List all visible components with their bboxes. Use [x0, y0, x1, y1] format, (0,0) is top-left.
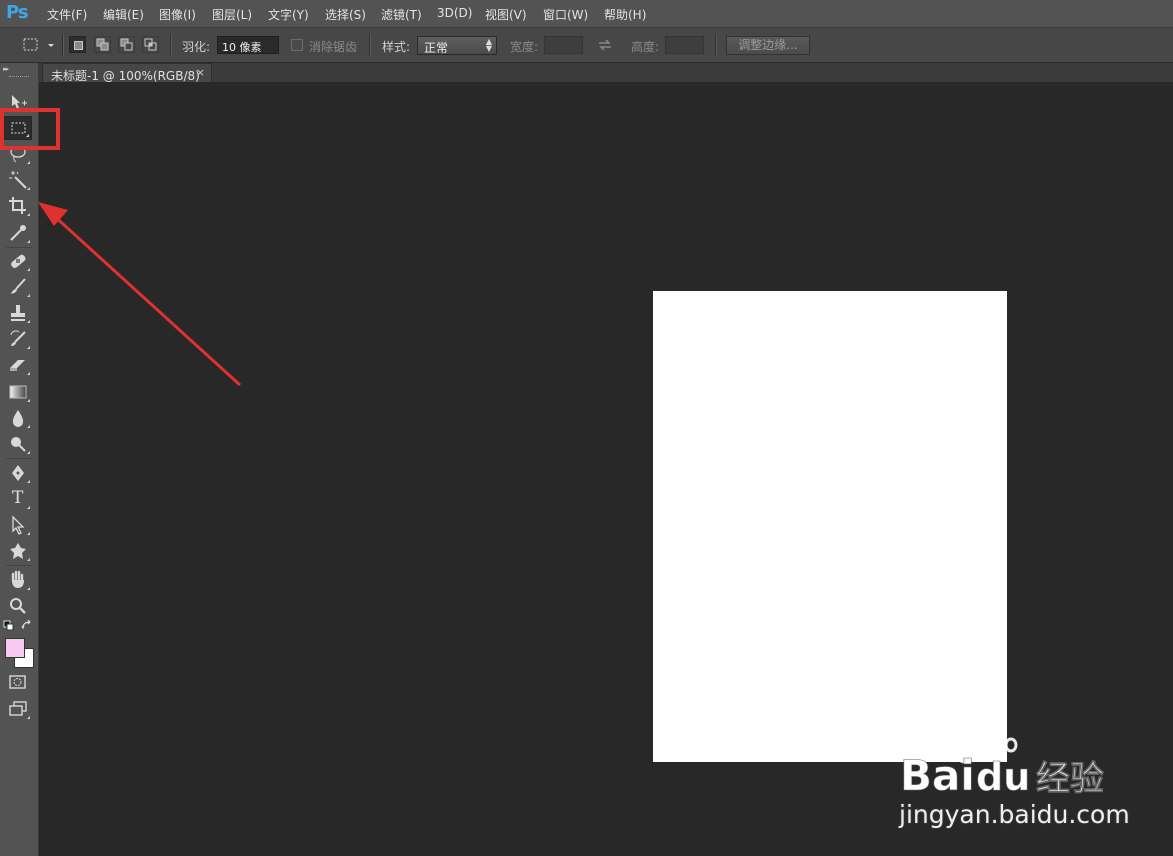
pen-tool[interactable] [4, 461, 32, 485]
screen-mode-icon [9, 701, 27, 716]
dodge-tool[interactable] [4, 432, 32, 456]
select-arrows-icon: ▲ ▼ [485, 37, 492, 53]
magnifier-icon [10, 598, 26, 614]
toolbar-divider [6, 458, 32, 459]
tool-flyout-indicator [27, 480, 30, 483]
menu-filter[interactable]: 滤镜(T) [381, 6, 422, 23]
foreground-color-swatch[interactable] [5, 638, 25, 658]
options-divider [715, 34, 717, 56]
custom-shape-icon [10, 543, 26, 559]
tool-flyout-indicator [27, 451, 30, 454]
height-label: 高度: [631, 40, 660, 54]
antialias-label: 消除锯齿 [309, 40, 358, 54]
height-input[interactable] [665, 36, 704, 54]
tool-flyout-indicator [27, 506, 30, 509]
swap-colors-icon[interactable] [21, 619, 33, 631]
quick-mask-mode-button[interactable] [4, 670, 32, 694]
menu-help[interactable]: 帮助(H) [604, 6, 646, 23]
antialias-checkbox[interactable] [291, 39, 303, 51]
style-label: 样式: [382, 40, 411, 54]
refine-edge-button[interactable]: 调整边缘... [726, 36, 810, 55]
type-tool[interactable]: T [4, 487, 32, 511]
menu-select[interactable]: 选择(S) [325, 6, 366, 23]
path-selection-arrow-icon [12, 515, 25, 535]
menu-type[interactable]: 文字(Y) [268, 6, 309, 23]
type-icon: T [12, 488, 24, 508]
watermark-url: jingyan.baidu.com [899, 800, 1130, 829]
jingyan-text: 经验 [1036, 759, 1104, 798]
dodge-icon [11, 437, 26, 452]
swap-dimensions-icon[interactable] [597, 38, 613, 52]
style-select[interactable]: 正常 ▲ ▼ [417, 36, 497, 55]
tool-flyout-indicator [27, 558, 30, 561]
hand-icon [11, 570, 24, 588]
screen-mode-button[interactable] [4, 697, 32, 721]
tool-flyout-indicator [27, 587, 30, 590]
path-selection-tool[interactable] [4, 513, 32, 537]
tool-flyout-indicator [27, 425, 30, 428]
document-canvas[interactable] [653, 291, 1007, 762]
menu-window[interactable]: 窗口(W) [543, 6, 588, 23]
tool-flyout-indicator [27, 716, 30, 719]
width-input[interactable] [544, 36, 583, 54]
zoom-tool[interactable] [4, 594, 32, 618]
style-select-value: 正常 [424, 41, 449, 55]
custom-shape-tool[interactable] [4, 539, 32, 563]
hand-tool[interactable] [4, 568, 32, 592]
width-label: 宽度: [510, 40, 539, 54]
quick-mask-icon [9, 675, 26, 689]
tool-flyout-indicator [27, 532, 30, 535]
toolbar-divider [6, 565, 32, 566]
annotation-arrow [38, 202, 242, 387]
baidu-text-left: Bai [900, 751, 975, 798]
options-divider [369, 34, 371, 56]
pen-nib-icon [12, 465, 24, 481]
baidu-text-right: du [976, 755, 1030, 798]
default-colors-icon[interactable] [3, 620, 15, 632]
menu-view[interactable]: 视图(V) [485, 6, 527, 23]
menu-3d[interactable]: 3D(D) [437, 6, 472, 20]
blur-tool[interactable] [4, 406, 32, 430]
blur-drop-icon [12, 410, 24, 427]
baidu-jingyan-watermark-logo: Bai du 经验 [900, 730, 1104, 798]
